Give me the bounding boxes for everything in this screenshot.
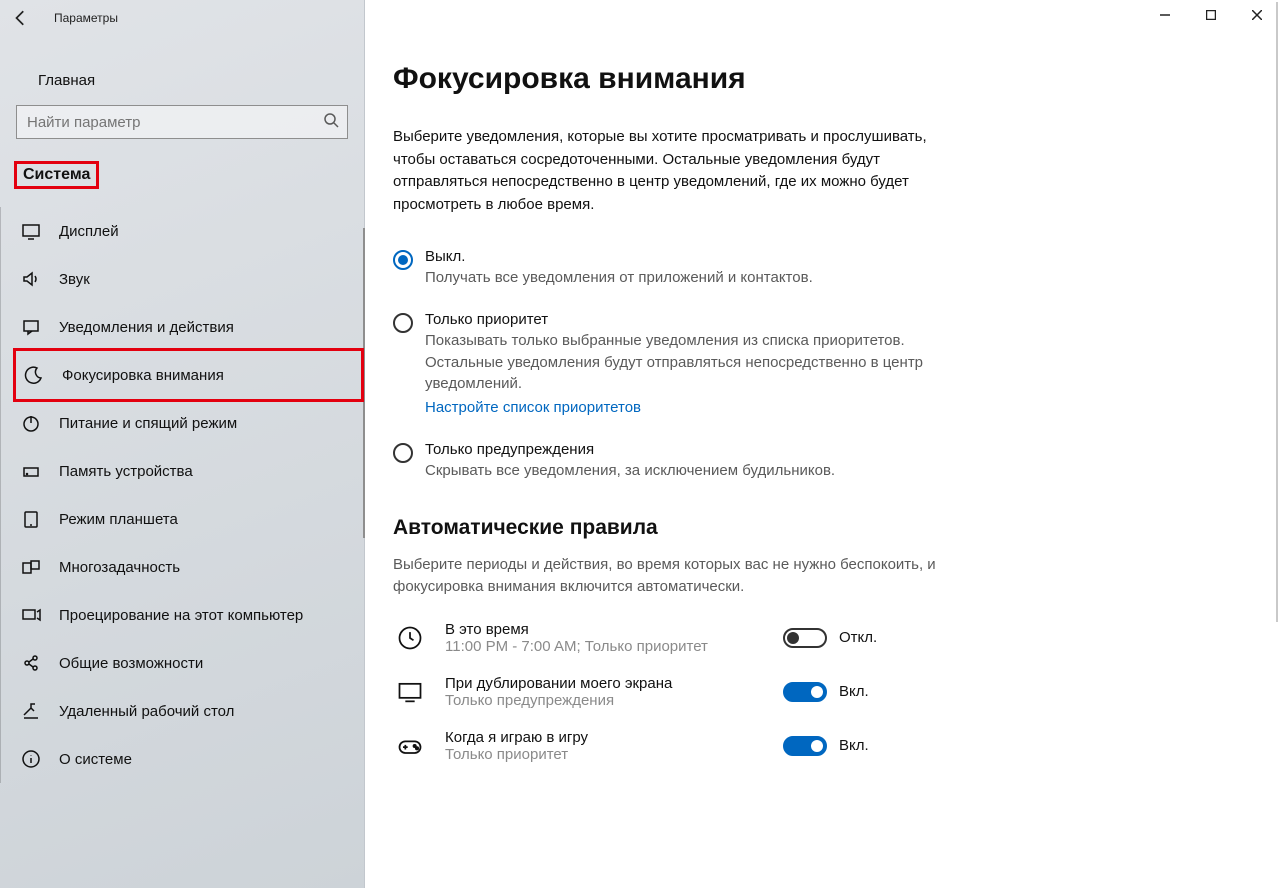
multitask-icon bbox=[21, 557, 41, 577]
radio-title: Выкл. bbox=[425, 248, 1013, 265]
tablet-icon bbox=[21, 509, 41, 529]
rule-toggle[interactable] bbox=[783, 682, 827, 702]
toggle-state: Вкл. bbox=[839, 683, 869, 700]
project-icon bbox=[21, 605, 41, 625]
sidebar-item-sound[interactable]: Звук bbox=[1, 255, 364, 303]
sidebar-item-label: Проецирование на этот компьютер bbox=[59, 607, 303, 624]
monitor-icon bbox=[393, 675, 427, 709]
radio-title: Только предупреждения bbox=[425, 441, 1013, 458]
moon-icon bbox=[24, 365, 44, 385]
clock-icon bbox=[393, 621, 427, 655]
gamepad-icon bbox=[393, 729, 427, 763]
content-pane: Фокусировка внимания Выберите уведомлени… bbox=[365, 0, 1280, 888]
sidebar-item-storage[interactable]: Память устройства bbox=[1, 447, 364, 495]
notifications-icon bbox=[21, 317, 41, 337]
radio-indicator bbox=[393, 250, 413, 270]
sidebar-item-label: Общие возможности bbox=[59, 655, 203, 672]
sidebar-item-label: Удаленный рабочий стол bbox=[59, 703, 234, 720]
storage-icon bbox=[21, 461, 41, 481]
remote-icon bbox=[21, 701, 41, 721]
home-label: Главная bbox=[38, 72, 95, 89]
toggle-state: Вкл. bbox=[839, 737, 869, 754]
back-button[interactable] bbox=[12, 9, 30, 27]
sidebar-item-remote[interactable]: Удаленный рабочий стол bbox=[1, 687, 364, 735]
radio-off[interactable]: Выкл. Получать все уведомления от прилож… bbox=[393, 248, 1013, 289]
rule-during-hours[interactable]: В это время 11:00 PM - 7:00 AM; Только п… bbox=[393, 621, 1013, 655]
home-link[interactable]: Главная bbox=[0, 60, 364, 101]
sidebar-item-label: Уведомления и действия bbox=[59, 319, 234, 336]
shared-icon bbox=[21, 653, 41, 673]
sidebar-item-notifications[interactable]: Уведомления и действия bbox=[1, 303, 364, 351]
power-icon bbox=[21, 413, 41, 433]
sound-icon bbox=[21, 269, 41, 289]
radio-title: Только приоритет bbox=[425, 311, 1013, 328]
sidebar-item-power[interactable]: Питание и спящий режим bbox=[1, 399, 364, 447]
rule-duplicating-display[interactable]: При дублировании моего экрана Только пре… bbox=[393, 675, 1013, 709]
sidebar-item-focus-assist[interactable]: Фокусировка внимания bbox=[13, 348, 364, 402]
radio-desc: Показывать только выбранные уведомления … bbox=[425, 330, 945, 395]
sidebar-item-display[interactable]: Дисплей bbox=[1, 207, 364, 255]
radio-alarms-only[interactable]: Только предупреждения Скрывать все уведо… bbox=[393, 441, 1013, 482]
rule-toggle[interactable] bbox=[783, 736, 827, 756]
page-title: Фокусировка внимания bbox=[393, 62, 1013, 96]
rule-title: При дублировании моего экрана bbox=[445, 675, 765, 692]
maximize-button[interactable] bbox=[1188, 0, 1234, 30]
minimize-button[interactable] bbox=[1142, 0, 1188, 30]
sidebar-category: Система bbox=[14, 161, 99, 189]
radio-indicator bbox=[393, 313, 413, 333]
rule-toggle[interactable] bbox=[783, 628, 827, 648]
sidebar-item-label: О системе bbox=[59, 751, 132, 768]
sidebar-item-label: Режим планшета bbox=[59, 511, 178, 528]
sidebar-item-label: Дисплей bbox=[59, 223, 119, 240]
rule-playing-game[interactable]: Когда я играю в игру Только приоритет Вк… bbox=[393, 729, 1013, 763]
radio-desc: Скрывать все уведомления, за исключением… bbox=[425, 460, 945, 482]
rule-title: Когда я играю в игру bbox=[445, 729, 765, 746]
window-title: Параметры bbox=[54, 11, 118, 25]
sidebar-item-label: Память устройства bbox=[59, 463, 193, 480]
close-button[interactable] bbox=[1234, 0, 1280, 30]
radio-indicator bbox=[393, 443, 413, 463]
sidebar-item-tablet[interactable]: Режим планшета bbox=[1, 495, 364, 543]
rule-sub: Только приоритет bbox=[445, 746, 765, 763]
sidebar-item-label: Многозадачность bbox=[59, 559, 180, 576]
display-icon bbox=[21, 221, 41, 241]
priority-list-link[interactable]: Настройте список приоритетов bbox=[425, 399, 641, 416]
search-icon bbox=[323, 112, 339, 132]
sidebar-item-multitask[interactable]: Многозадачность bbox=[1, 543, 364, 591]
radio-priority-only[interactable]: Только приоритет Показывать только выбра… bbox=[393, 311, 1013, 419]
auto-rules-heading: Автоматические правила bbox=[393, 516, 1013, 540]
info-icon bbox=[21, 749, 41, 769]
content-scrollbar[interactable] bbox=[1276, 2, 1278, 622]
page-intro: Выберите уведомления, которые вы хотите … bbox=[393, 126, 953, 216]
rule-sub: Только предупреждения bbox=[445, 692, 765, 709]
sidebar-item-projecting[interactable]: Проецирование на этот компьютер bbox=[1, 591, 364, 639]
sidebar-item-about[interactable]: О системе bbox=[1, 735, 364, 783]
sidebar-item-label: Питание и спящий режим bbox=[59, 415, 237, 432]
rule-sub: 11:00 PM - 7:00 AM; Только приоритет bbox=[445, 638, 765, 655]
toggle-state: Откл. bbox=[839, 629, 877, 646]
sidebar: Главная Система Дисплей Звук bbox=[0, 0, 365, 888]
search-input[interactable] bbox=[16, 105, 348, 139]
search-field[interactable] bbox=[27, 114, 323, 131]
rule-title: В это время bbox=[445, 621, 765, 638]
sidebar-item-shared[interactable]: Общие возможности bbox=[1, 639, 364, 687]
sidebar-item-label: Звук bbox=[59, 271, 90, 288]
auto-rules-intro: Выберите периоды и действия, во время ко… bbox=[393, 554, 953, 599]
sidebar-item-label: Фокусировка внимания bbox=[62, 367, 224, 384]
radio-desc: Получать все уведомления от приложений и… bbox=[425, 267, 945, 289]
